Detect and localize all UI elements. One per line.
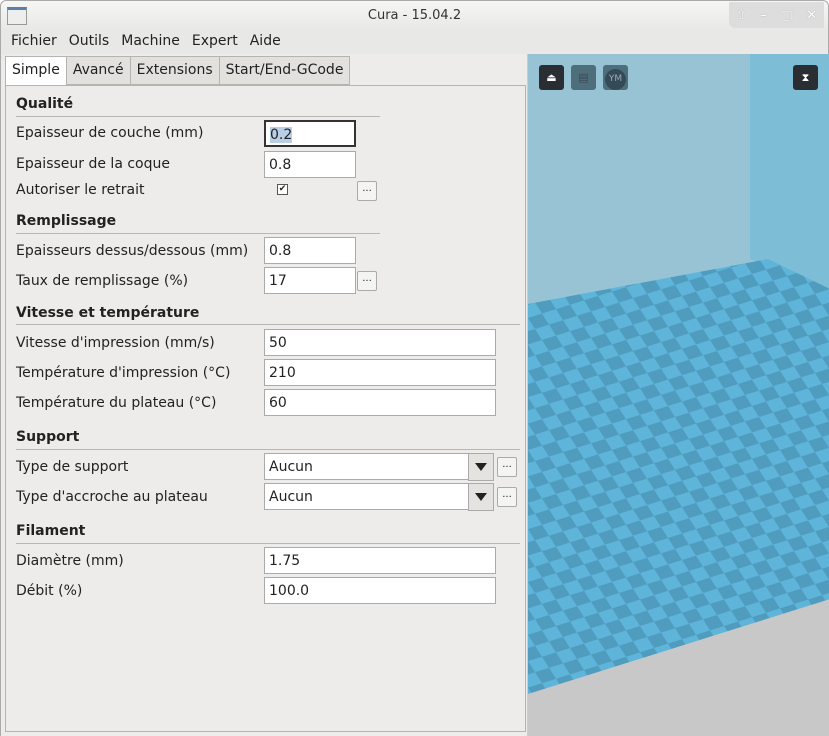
- support-type-label: Type de support: [16, 459, 129, 475]
- retraction-checkbox[interactable]: ✔: [277, 184, 288, 195]
- load-model-button[interactable]: ⏏: [539, 65, 564, 90]
- tab-start-end-gcode[interactable]: Start/End-GCode: [218, 56, 351, 85]
- section-qualite: Qualité: [16, 96, 74, 112]
- back-wall: [750, 54, 829, 289]
- menu-bar: Fichier Outils Machine Expert Aide: [0, 30, 829, 54]
- tab-extensions[interactable]: Extensions: [129, 56, 220, 85]
- diameter-input[interactable]: 1.75: [264, 547, 496, 574]
- adhesion-type-label: Type d'accroche au plateau: [16, 489, 208, 505]
- maximize-button[interactable]: ▢: [780, 8, 792, 23]
- layer-height-label: Epaisseur de couche (mm): [16, 125, 204, 141]
- shell-thickness-input[interactable]: 0.8: [264, 151, 356, 178]
- close-button[interactable]: ✕: [806, 8, 817, 23]
- build-plate: [528, 54, 829, 736]
- youmagine-button[interactable]: YM: [603, 65, 628, 90]
- shade-button[interactable]: ⇧: [736, 8, 747, 23]
- retraction-label: Autoriser le retrait: [16, 182, 145, 198]
- print-speed-input[interactable]: 50: [264, 329, 496, 356]
- support-type-select[interactable]: Aucun: [264, 453, 469, 480]
- divider: [16, 324, 520, 325]
- fill-density-input[interactable]: 17: [264, 267, 356, 294]
- 3d-viewport[interactable]: ⏏ ▤ YM ⧗: [527, 54, 829, 736]
- section-support: Support: [16, 429, 80, 445]
- save-toolpath-button[interactable]: ▤: [571, 65, 596, 90]
- print-temp-label: Température d'impression (°C): [16, 365, 231, 381]
- minimize-button[interactable]: –: [760, 8, 767, 23]
- top-bottom-label: Epaisseurs dessus/dessous (mm): [16, 243, 249, 259]
- fill-density-label: Taux de remplissage (%): [16, 273, 189, 289]
- diameter-label: Diamètre (mm): [16, 553, 124, 569]
- section-remplissage: Remplissage: [16, 213, 117, 229]
- divider: [16, 233, 380, 234]
- support-more-button[interactable]: ...: [497, 457, 517, 477]
- menu-outils[interactable]: Outils: [63, 30, 115, 54]
- support-type-dropdown-arrow[interactable]: [468, 453, 494, 481]
- divider: [16, 449, 520, 450]
- layer-height-input[interactable]: 0.2: [264, 120, 356, 147]
- adhesion-dropdown-arrow[interactable]: [468, 483, 494, 511]
- fill-more-button[interactable]: ...: [357, 271, 377, 291]
- settings-panel: Simple Avancé Extensions Start/End-GCode…: [0, 54, 527, 736]
- section-vitesse: Vitesse et température: [16, 305, 200, 321]
- divider: [16, 116, 380, 117]
- flow-label: Débit (%): [16, 583, 83, 599]
- print-temp-input[interactable]: 210: [264, 359, 496, 386]
- window-title: Cura - 15.04.2: [367, 8, 462, 23]
- shell-thickness-label: Epaisseur de la coque: [16, 156, 170, 172]
- menu-machine[interactable]: Machine: [115, 30, 186, 54]
- top-bottom-input[interactable]: 0.8: [264, 237, 356, 264]
- flow-input[interactable]: 100.0: [264, 577, 496, 604]
- print-speed-label: Vitesse d'impression (mm/s): [16, 335, 215, 351]
- section-filament: Filament: [16, 523, 86, 539]
- adhesion-type-select[interactable]: Aucun: [264, 483, 469, 510]
- menu-fichier[interactable]: Fichier: [5, 30, 63, 54]
- bed-temp-label: Température du plateau (°C): [16, 395, 217, 411]
- tab-avance[interactable]: Avancé: [65, 56, 131, 85]
- retraction-more-button[interactable]: ...: [357, 181, 377, 201]
- tab-simple[interactable]: Simple: [5, 56, 67, 87]
- bed-temp-input[interactable]: 60: [264, 389, 496, 416]
- adhesion-more-button[interactable]: ...: [497, 487, 517, 507]
- divider: [16, 543, 520, 544]
- menu-expert[interactable]: Expert: [186, 30, 244, 54]
- menu-aide[interactable]: Aide: [244, 30, 287, 54]
- view-mode-button[interactable]: ⧗: [793, 65, 818, 90]
- title-bar: Cura - 15.04.2 ⇧ – ▢ ✕: [0, 0, 829, 30]
